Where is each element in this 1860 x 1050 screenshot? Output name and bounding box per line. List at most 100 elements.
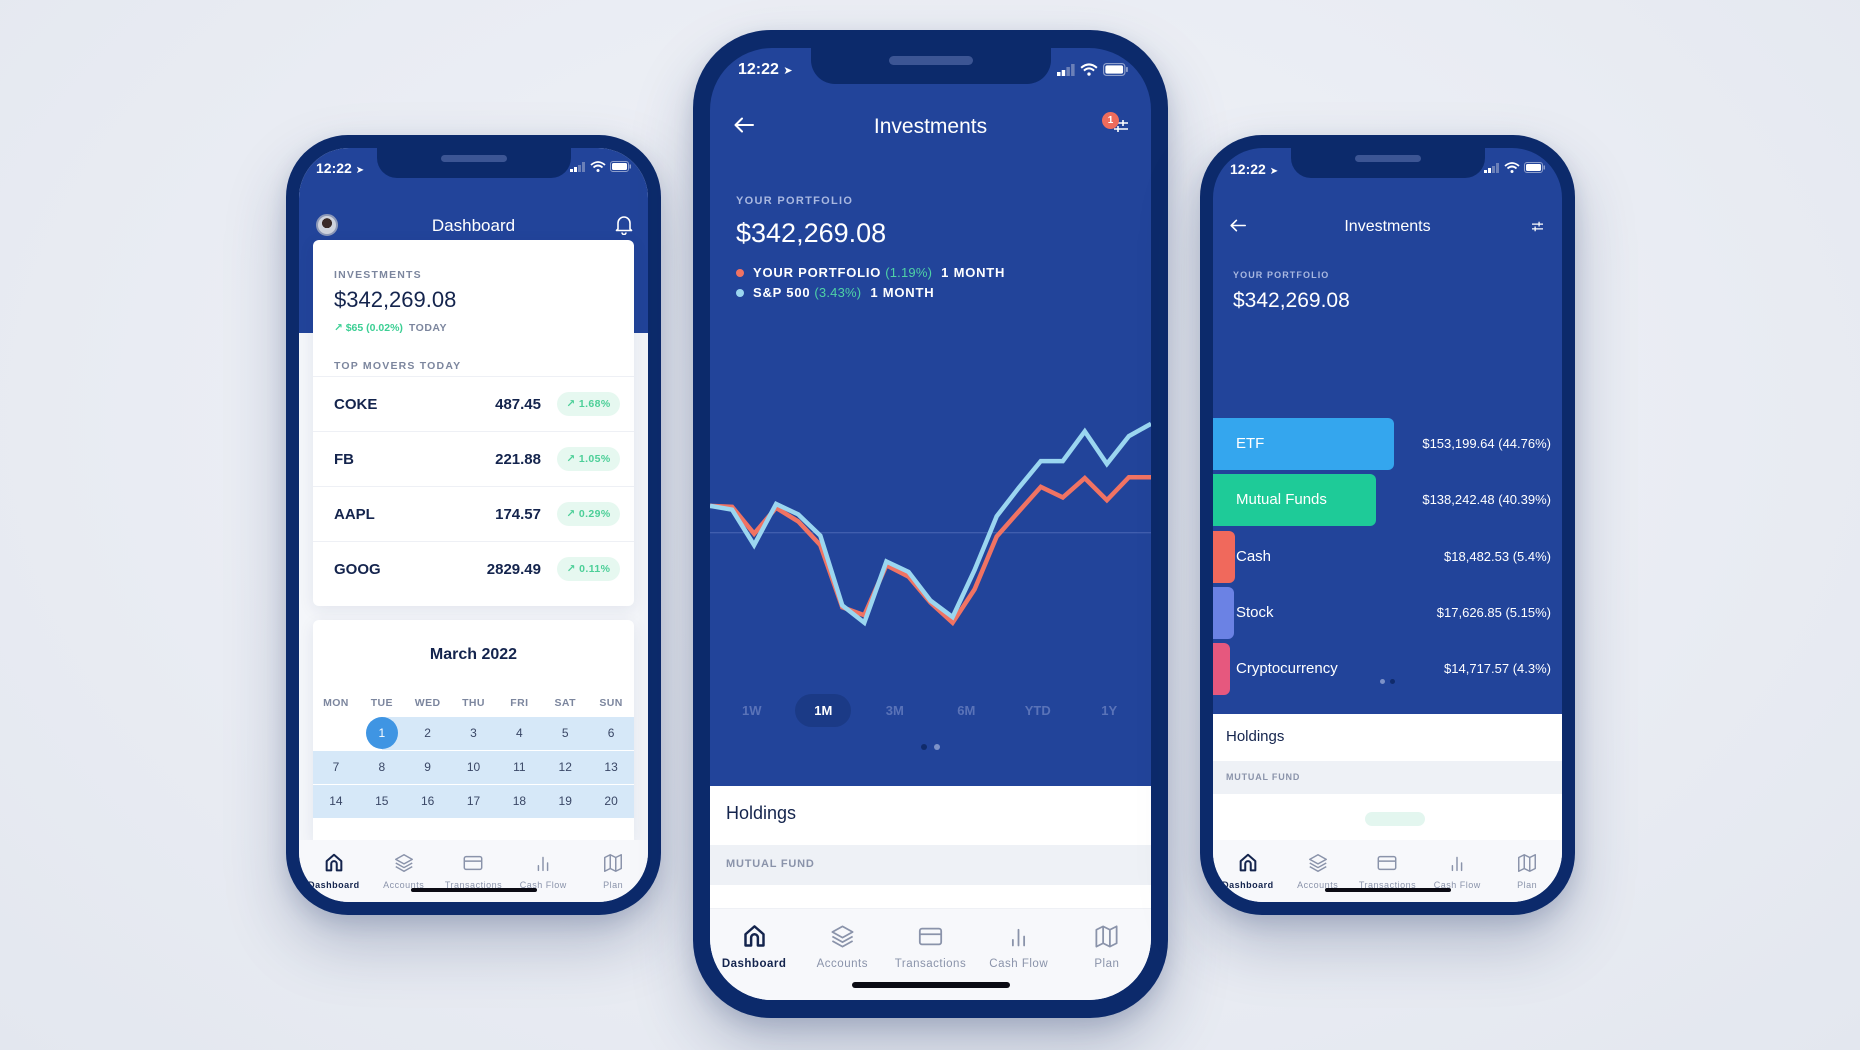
holding-change-badge — [1365, 812, 1425, 826]
mover-row[interactable]: GOOG 2829.49 ↗ 0.11% — [313, 541, 634, 596]
series-line-sp500 — [710, 421, 1151, 627]
mover-price: 487.45 — [495, 395, 541, 413]
legend-name: YOUR PORTFOLIO — [753, 265, 882, 280]
investments-card[interactable]: INVESTMENTS $342,269.08 ↗ $65 (0.02%) TO… — [313, 240, 634, 606]
calendar-day[interactable]: 14 — [313, 785, 359, 818]
calendar-day[interactable]: 12 — [542, 751, 589, 784]
tab-label: Cash Flow — [989, 958, 1049, 970]
calendar-day[interactable]: 4 — [496, 717, 543, 750]
tab-transactions[interactable]: Transactions — [1353, 852, 1423, 902]
tab-plan[interactable]: Plan — [1492, 852, 1562, 902]
allocation-name: Cash — [1236, 547, 1272, 565]
tab-label: Transactions — [894, 958, 967, 970]
tab-cash-flow[interactable]: Cash Flow — [508, 852, 578, 902]
calendar-day[interactable]: 10 — [450, 751, 497, 784]
page-dot-active[interactable] — [1390, 679, 1395, 684]
calendar-day[interactable]: 15 — [358, 785, 405, 818]
allocation-row[interactable]: ETF $153,199.64 (44.76%) — [1213, 418, 1562, 470]
mover-row[interactable]: FB 221.88 ↗ 1.05% — [313, 431, 634, 486]
range-3m[interactable]: 3M — [867, 694, 923, 727]
page-title: Investments — [1344, 218, 1431, 235]
tab-plan[interactable]: Plan — [1063, 923, 1151, 1000]
tab-dashboard[interactable]: Dashboard — [1213, 852, 1283, 902]
range-ytd[interactable]: YTD — [1010, 694, 1066, 727]
page-dot[interactable] — [1380, 679, 1385, 684]
home-indicator[interactable] — [410, 888, 537, 892]
calendar-day[interactable]: 9 — [404, 751, 451, 784]
calendar-day[interactable]: 8 — [358, 751, 405, 784]
tab-plan[interactable]: Plan — [578, 852, 648, 902]
performance-line-chart[interactable] — [710, 348, 1151, 688]
status-time-text: 12:22 — [316, 160, 352, 176]
calendar-card: March 2022 MON TUE WED THU FRI SAT SUN 1… — [313, 620, 634, 840]
phone-dashboard: 12:22 ➤ Dashboard INVESTMENTS $342,269.0… — [286, 135, 661, 915]
legend-dot-portfolio — [736, 268, 744, 277]
calendar-day[interactable]: 20 — [588, 785, 634, 818]
calendar-day[interactable]: 5 — [542, 717, 589, 750]
tab-accounts[interactable]: Accounts — [369, 852, 439, 902]
mover-row[interactable]: COKE 487.45 ↗ 1.68% — [313, 376, 634, 431]
allocation-row[interactable]: Stock $17,626.85 (5.15%) — [1213, 586, 1562, 639]
mover-symbol: COKE — [334, 395, 378, 413]
tab-transactions[interactable]: Transactions — [886, 923, 974, 1000]
tab-transactions[interactable]: Transactions — [439, 852, 509, 902]
calendar-day[interactable]: 2 — [404, 717, 451, 750]
portfolio-amount: $342,269.08 — [736, 218, 887, 248]
calendar-day[interactable]: 3 — [450, 717, 497, 750]
portfolio-label: YOUR PORTFOLIO — [1233, 270, 1330, 280]
signal-icon — [570, 161, 585, 172]
calendar-day[interactable]: 7 — [313, 751, 359, 784]
range-1y[interactable]: 1Y — [1081, 694, 1137, 727]
status-icons — [1484, 162, 1546, 173]
tab-accounts[interactable]: Accounts — [1283, 852, 1353, 902]
credit-card-icon — [1378, 855, 1397, 871]
calendar-day[interactable]: 6 — [588, 717, 634, 750]
status-time: 12:22 ➤ — [1230, 161, 1278, 177]
calendar-day[interactable]: 18 — [496, 785, 543, 818]
delta-value: ↗ $65 (0.02%) — [334, 322, 403, 334]
range-1m[interactable]: 1M — [795, 694, 852, 727]
layers-icon — [1308, 854, 1327, 873]
legend-dot-sp500 — [736, 288, 744, 297]
calendar-day[interactable]: 13 — [588, 751, 634, 784]
calendar-empty-cell — [313, 717, 359, 750]
calendar-day[interactable]: 11 — [496, 751, 543, 784]
battery-icon — [1103, 63, 1128, 76]
portfolio-label: YOUR PORTFOLIO — [736, 195, 854, 207]
allocation-row[interactable]: Cash $18,482.53 (5.4%) — [1213, 530, 1562, 583]
mover-price: 221.88 — [495, 450, 541, 468]
range-6m[interactable]: 6M — [938, 694, 994, 727]
range-1w[interactable]: 1W — [724, 694, 780, 727]
bar-chart-icon — [537, 856, 549, 872]
mover-row[interactable]: AAPL 174.57 ↗ 0.29% — [313, 486, 634, 541]
home-icon — [1239, 853, 1257, 872]
tab-cash-flow[interactable]: Cash Flow — [1422, 852, 1492, 902]
page-dot[interactable] — [934, 744, 940, 750]
filter-sliders-icon[interactable] — [1531, 221, 1544, 232]
calendar-day[interactable]: 17 — [450, 785, 497, 818]
calendar-day[interactable]: 19 — [542, 785, 589, 818]
allocation-value: $138,242.48 (40.39%) — [1422, 492, 1551, 508]
tab-dashboard[interactable]: Dashboard — [710, 923, 798, 1000]
calendar-day[interactable]: 16 — [404, 785, 451, 818]
legend-period: 1 MONTH — [941, 265, 1006, 280]
tab-dashboard[interactable]: Dashboard — [299, 852, 369, 902]
tab-accounts[interactable]: Accounts — [798, 923, 886, 1000]
home-indicator[interactable] — [851, 982, 1010, 988]
home-indicator[interactable] — [1324, 888, 1451, 892]
notch — [376, 148, 571, 178]
tab-cash-flow[interactable]: Cash Flow — [975, 923, 1063, 1000]
status-time-text: 12:22 — [738, 61, 779, 78]
calendar-day[interactable]: 1 — [358, 717, 405, 750]
page-dot-active[interactable] — [921, 744, 927, 750]
page-title: Investments — [873, 115, 988, 138]
allocation-name: Stock — [1236, 603, 1274, 621]
bell-icon[interactable] — [615, 215, 633, 235]
allocation-row[interactable]: Mutual Funds $138,242.48 (40.39%) — [1213, 474, 1562, 527]
legend-name: S&P 500 — [753, 285, 811, 300]
allocation-row[interactable]: Cryptocurrency $14,717.57 (4.3%) — [1213, 643, 1562, 696]
home-icon — [743, 925, 765, 947]
weekday-label: SAT — [554, 697, 576, 709]
mover-price: 2829.49 — [486, 560, 541, 578]
holdings-category-label: MUTUAL FUND — [726, 858, 815, 870]
